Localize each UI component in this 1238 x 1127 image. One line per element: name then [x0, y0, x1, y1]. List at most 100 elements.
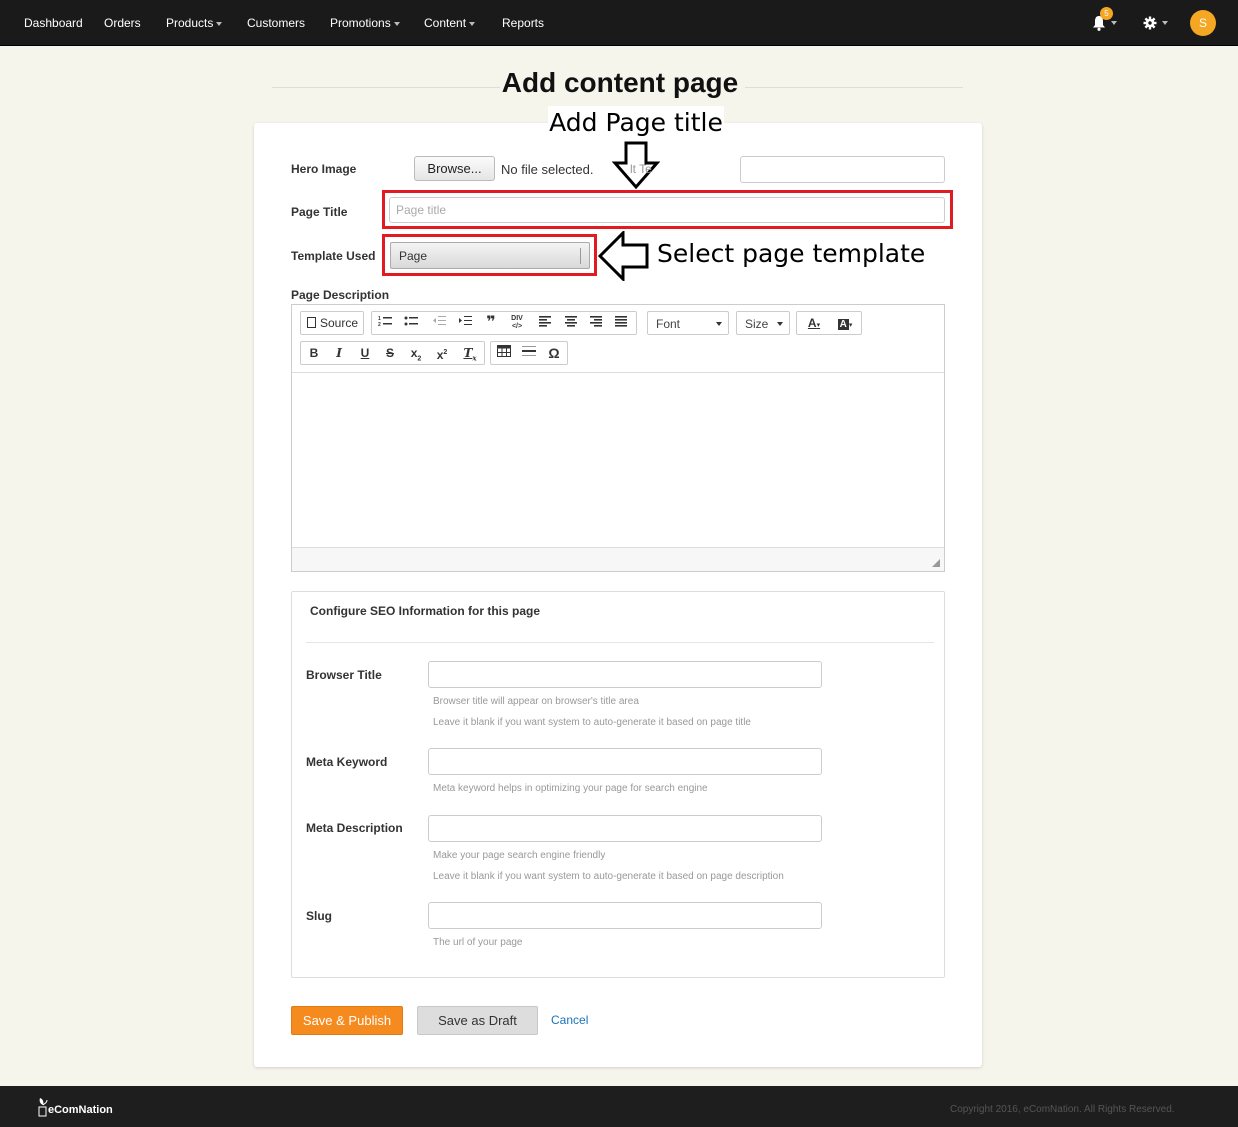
arrow-left-icon [598, 231, 649, 281]
chevron-down-icon [1111, 21, 1117, 25]
browser-title-input[interactable] [428, 661, 822, 688]
editor-content-area[interactable] [292, 373, 944, 547]
meta-description-label: Meta Description [306, 821, 403, 835]
save-publish-button[interactable]: Save & Publish [291, 1006, 403, 1035]
annotation-select-template: Select page template [657, 239, 926, 268]
subscript-icon[interactable]: x2 [408, 345, 424, 362]
toolbar-group-paragraph: 12 ❞ DIV </> [371, 311, 637, 335]
heading-divider-left [272, 87, 502, 88]
nav-reports[interactable]: Reports [502, 16, 544, 30]
align-justify-icon[interactable] [612, 315, 630, 331]
source-button[interactable]: Source [307, 315, 363, 331]
nav-content-label: Content [424, 16, 467, 30]
nav-promotions[interactable]: Promotions [330, 16, 400, 30]
div-container-icon[interactable]: DIV </> [508, 315, 526, 331]
annotation-add-page-title: Add Page title [548, 106, 724, 140]
alt-text-input[interactable] [740, 156, 945, 183]
background-color-icon: A [837, 319, 849, 330]
source-icon [307, 317, 316, 328]
align-right-icon[interactable] [587, 315, 605, 331]
chevron-down-icon: ▾ [848, 322, 853, 329]
meta-description-input[interactable] [428, 815, 822, 842]
strikethrough-icon[interactable]: S [383, 345, 397, 361]
rich-text-editor: Source 12 ❞ DIV </> Font Size A▾ A ▾ B I… [291, 304, 945, 572]
browser-title-help-2: Leave it blank if you want system to aut… [433, 717, 751, 728]
nav-content[interactable]: Content [424, 16, 476, 30]
bold-icon[interactable]: B [307, 345, 321, 361]
chevron-down-icon [469, 21, 476, 26]
horizontal-line-icon[interactable] [521, 345, 537, 361]
italic-icon[interactable]: I [332, 345, 346, 361]
chevron-down-icon [1162, 21, 1168, 25]
resize-handle-icon[interactable] [932, 559, 940, 567]
chevron-down-icon: ▾ [816, 322, 821, 329]
font-dropdown-label: Font [656, 317, 681, 331]
numbered-list-icon[interactable]: 12 [376, 315, 394, 331]
size-dropdown[interactable]: Size [736, 311, 790, 335]
page-title: Add content page [500, 67, 740, 99]
toolbar-group-colors: A▾ A ▾ [796, 311, 862, 335]
meta-keyword-input[interactable] [428, 748, 822, 775]
toolbar-group-format: B I U S x2 x2 Tx [300, 341, 485, 365]
toolbar-group-source: Source [300, 311, 364, 335]
nav-orders[interactable]: Orders [104, 16, 141, 30]
text-color-button[interactable]: A▾ [803, 315, 825, 331]
align-center-icon[interactable] [562, 315, 580, 331]
avatar[interactable]: S [1190, 10, 1216, 36]
bullet-list-icon[interactable] [402, 315, 420, 331]
highlight-page-title [382, 190, 953, 229]
meta-description-help-2: Leave it blank if you want system to aut… [433, 871, 784, 882]
font-dropdown[interactable]: Font [647, 311, 729, 335]
nav-customers[interactable]: Customers [247, 16, 305, 30]
seo-divider [306, 642, 934, 643]
underline-icon[interactable]: U [358, 345, 372, 361]
table-icon[interactable] [496, 345, 512, 361]
heading-divider-right [745, 87, 963, 88]
seo-panel: Configure SEO Information for this page … [291, 591, 945, 978]
cancel-link[interactable]: Cancel [551, 1013, 588, 1027]
page-title-label: Page Title [291, 205, 348, 219]
superscript-icon[interactable]: x2 [434, 345, 450, 362]
leaf-logo-icon [38, 1098, 48, 1117]
top-navbar: Dashboard Orders Products Customers Prom… [0, 0, 1238, 46]
browser-title-help-1: Browser title will appear on browser's t… [433, 696, 639, 707]
brand-name: eComNation [48, 1104, 113, 1116]
outdent-icon[interactable] [430, 315, 448, 331]
special-character-icon[interactable]: Ω [546, 345, 562, 361]
meta-keyword-label: Meta Keyword [306, 755, 388, 769]
indent-icon[interactable] [456, 315, 474, 331]
slug-help: The url of your page [433, 937, 523, 948]
toolbar-group-insert: Ω [490, 341, 568, 365]
meta-description-help-1: Make your page search engine friendly [433, 850, 606, 861]
slug-input[interactable] [428, 902, 822, 929]
nav-dashboard[interactable]: Dashboard [24, 16, 83, 30]
save-draft-button[interactable]: Save as Draft [417, 1006, 538, 1035]
gear-icon[interactable] [1143, 16, 1157, 30]
nav-products-label: Products [166, 16, 214, 30]
no-file-text: No file selected. [501, 162, 594, 177]
remove-format-icon[interactable]: Tx [462, 345, 478, 362]
chevron-down-icon [393, 21, 400, 26]
editor-toolbar: Source 12 ❞ DIV </> Font Size A▾ A ▾ B I… [292, 305, 944, 373]
brand-logo[interactable]: eComNation [38, 1097, 113, 1117]
background-color-button[interactable]: A ▾ [833, 315, 857, 331]
size-dropdown-label: Size [745, 317, 769, 331]
chevron-down-icon [777, 322, 783, 326]
align-left-icon[interactable] [536, 315, 554, 331]
nav-products[interactable]: Products [166, 16, 223, 30]
browse-button[interactable]: Browse... [414, 156, 495, 181]
editor-statusbar [292, 547, 944, 571]
seo-heading: Configure SEO Information for this page [310, 604, 541, 618]
hero-image-label: Hero Image [291, 162, 357, 176]
chevron-down-icon [716, 322, 722, 326]
highlight-template [382, 234, 597, 276]
notification-badge: 5 [1100, 7, 1113, 20]
slug-label: Slug [306, 909, 332, 923]
blockquote-icon[interactable]: ❞ [482, 315, 500, 331]
template-used-label: Template Used [291, 249, 376, 263]
text-color-icon: A [807, 316, 817, 330]
source-label: Source [320, 316, 359, 330]
svg-text:2: 2 [378, 322, 381, 327]
page-description-label: Page Description [291, 288, 390, 302]
browser-title-label: Browser Title [306, 668, 382, 682]
